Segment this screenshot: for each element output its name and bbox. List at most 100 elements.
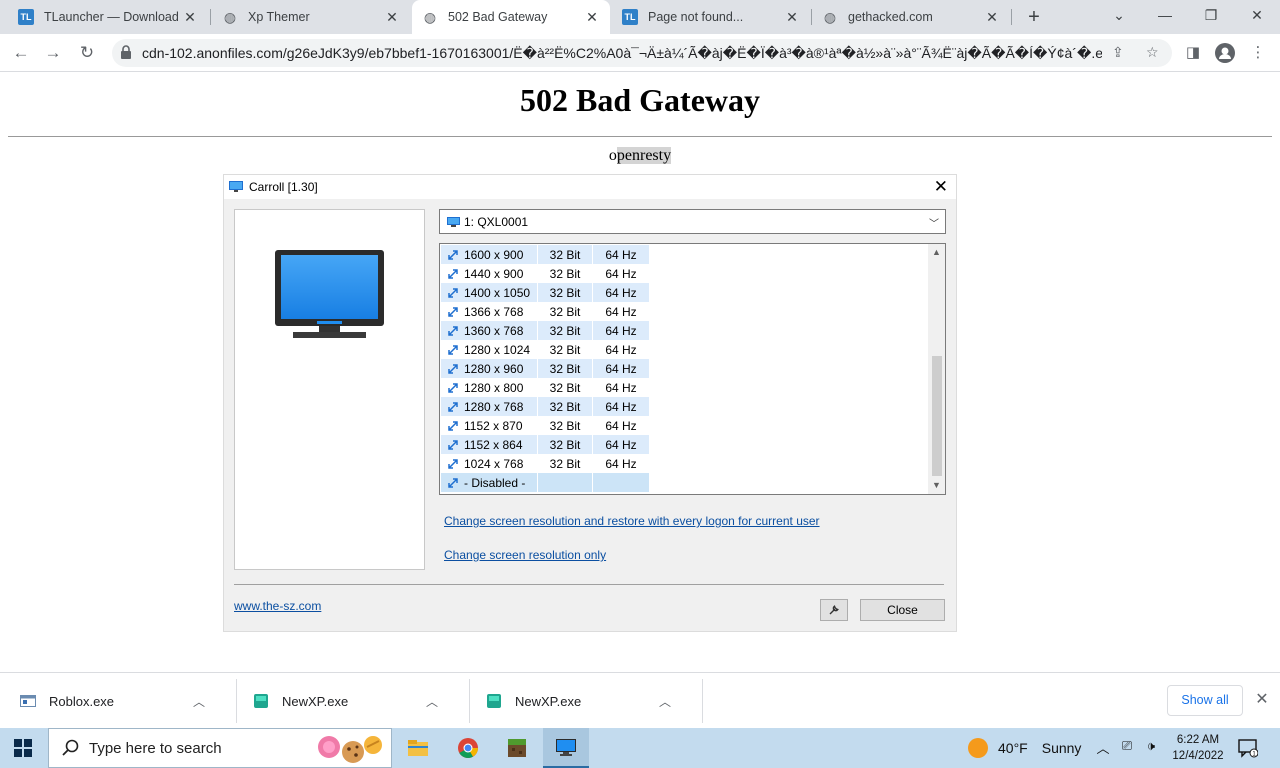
address-bar[interactable]: cdn-102.anonfiles.com/g26eJdK3y9/eb7bbef… <box>112 39 1172 67</box>
show-all-button[interactable]: Show all <box>1167 685 1243 716</box>
resolution-row[interactable]: 1440 x 900 32 Bit 64 Hz <box>441 264 649 283</box>
resolution-text: 1400 x 1050 <box>464 285 531 300</box>
tab-gethacked[interactable]: ◍ gethacked.com ✕ <box>812 0 1010 34</box>
download-item[interactable]: NewXP.exe ︿ <box>466 679 675 723</box>
resolution-row[interactable]: 1280 x 960 32 Bit 64 Hz <box>441 359 649 378</box>
side-panel-icon[interactable]: ◨ <box>1182 42 1204 64</box>
back-icon[interactable]: ← <box>8 40 34 66</box>
dialog-close-icon[interactable]: ✕ <box>934 177 948 197</box>
taskbar-app[interactable] <box>494 728 540 768</box>
chevron-down-icon[interactable]: ﹀ <box>929 215 939 230</box>
chevron-up-icon[interactable]: ︿ <box>422 693 442 710</box>
page-heading: 502 Bad Gateway <box>520 82 760 118</box>
tab-strip: TL TLauncher — Download I ✕ ◍ Xp Themer … <box>0 0 1280 34</box>
depth-cell: 32 Bit <box>538 454 593 473</box>
restore-icon[interactable]: ❐ <box>1188 0 1234 34</box>
resize-arrow-icon <box>448 306 458 317</box>
change-resolution-only-link[interactable]: Change screen resolution only <box>444 548 606 562</box>
resolution-row[interactable]: 1152 x 870 32 Bit 64 Hz <box>441 416 649 435</box>
bookmark-star-icon[interactable]: ☆ <box>1146 44 1159 61</box>
refresh-cell: 64 Hz <box>605 342 637 357</box>
tab-xp-themer[interactable]: ◍ Xp Themer ✕ <box>212 0 410 34</box>
tab-title: Xp Themer <box>248 10 310 24</box>
tray-chevron-up-icon[interactable]: ︿ <box>1093 738 1113 757</box>
minimize-icon[interactable]: — <box>1142 0 1188 34</box>
resolution-row[interactable]: 1366 x 768 32 Bit 64 Hz <box>441 302 649 321</box>
resolution-text: 1280 x 1024 <box>464 342 531 357</box>
server-name-highlight: penresty <box>616 147 672 164</box>
globe-icon: ◍ <box>423 8 437 25</box>
monitor-select[interactable]: 1: QXL0001 ﹀ <box>439 209 946 234</box>
page-divider <box>8 136 1272 137</box>
resolution-text: 1280 x 768 <box>464 399 524 414</box>
tab-page-not-found[interactable]: TL Page not found... ✕ <box>612 0 810 34</box>
resolution-list[interactable]: 1600 x 900 32 Bit 64 Hz 1440 x 900 32 Bit 64 … <box>439 243 946 495</box>
windows-start-icon[interactable] <box>14 739 32 757</box>
scroll-down-icon[interactable]: ▼ <box>928 477 945 494</box>
resolution-row[interactable]: 1280 x 800 32 Bit 64 Hz <box>441 378 649 397</box>
resolution-row[interactable]: 1280 x 1024 32 Bit 64 Hz <box>441 340 649 359</box>
tab-close-icon[interactable]: ✕ <box>384 9 400 26</box>
scroll-up-icon[interactable]: ▲ <box>928 244 945 261</box>
taskbar-app[interactable] <box>395 728 441 768</box>
resolution-cell: 1366 x 768 <box>441 302 538 321</box>
url-text[interactable]: cdn-102.anonfiles.com/g26eJdK3y9/eb7bbef… <box>142 45 1102 62</box>
monitor-icon <box>229 181 243 192</box>
resolution-row[interactable]: 1024 x 768 32 Bit 64 Hz <box>441 454 649 473</box>
monitor-preview <box>234 209 425 570</box>
tab-search-icon[interactable]: ⌄ <box>1096 0 1142 34</box>
menu-kebab-icon[interactable]: ⋮ <box>1247 42 1269 64</box>
notification-icon[interactable]: 1 <box>1238 738 1258 758</box>
resize-arrow-icon <box>448 420 458 431</box>
resolution-text: 1360 x 768 <box>464 323 524 338</box>
tab-title: gethacked.com <box>848 10 933 24</box>
resolution-row[interactable]: 1360 x 768 32 Bit 64 Hz <box>441 321 649 340</box>
chevron-up-icon[interactable]: ︿ <box>655 693 675 710</box>
tab-tlauncher[interactable]: TL TLauncher — Download I ✕ <box>8 0 208 34</box>
close-button[interactable]: Close <box>860 599 945 621</box>
clock[interactable]: 6:22 AM 12/4/2022 <box>1168 732 1228 764</box>
scroll-thumb[interactable] <box>932 356 942 476</box>
change-resolution-restore-link[interactable]: Change screen resolution and restore wit… <box>444 514 820 528</box>
resolution-row[interactable]: 1400 x 1050 32 Bit 64 Hz <box>441 283 649 302</box>
tab-close-icon[interactable]: ✕ <box>584 9 600 26</box>
chevron-up-icon[interactable]: ︿ <box>189 693 209 710</box>
tab-502-bad-gateway[interactable]: ◍ 502 Bad Gateway ✕ <box>412 0 610 34</box>
shelf-close-icon[interactable]: ✕ <box>1253 689 1271 709</box>
settings-button[interactable] <box>820 599 848 621</box>
window-close-icon[interactable]: ✕ <box>1234 0 1280 34</box>
tab-close-icon[interactable]: ✕ <box>182 9 198 26</box>
profile-avatar-icon[interactable] <box>1214 42 1236 64</box>
resolution-row[interactable]: 1600 x 900 32 Bit 64 Hz <box>441 245 649 264</box>
search-icon <box>62 739 79 756</box>
download-item[interactable]: Roblox.exe ︿ <box>0 679 209 723</box>
chrome-icon <box>458 738 478 758</box>
depth-cell: 32 Bit <box>538 264 593 283</box>
weather-temp: 40°F <box>998 740 1028 756</box>
resolution-row[interactable]: 1280 x 768 32 Bit 64 Hz <box>441 397 649 416</box>
taskbar-app[interactable] <box>445 728 491 768</box>
refresh-cell: 64 Hz <box>605 247 637 262</box>
search-highlight-cookies-icon <box>318 736 382 763</box>
forward-icon[interactable]: → <box>40 40 66 66</box>
taskbar-app[interactable] <box>543 728 589 768</box>
tab-close-icon[interactable]: ✕ <box>784 9 800 26</box>
network-icon[interactable]: ⎚ <box>1117 738 1137 754</box>
resize-arrow-icon <box>448 382 458 393</box>
resolution-list-scrollbar[interactable]: ▲ ▼ <box>928 244 945 494</box>
share-icon[interactable]: ⇪ <box>1112 44 1124 61</box>
reload-icon[interactable]: ↻ <box>74 40 100 66</box>
download-item[interactable]: NewXP.exe ︿ <box>233 679 442 723</box>
download-shelf: Roblox.exe ︿ NewXP.exe ︿ NewXP.exe ︿ Sho… <box>0 672 1280 728</box>
new-tab-button[interactable]: + <box>1022 4 1046 30</box>
resolution-row[interactable]: - Disabled - <box>441 473 649 492</box>
file-explorer-icon <box>408 740 428 756</box>
website-link[interactable]: www.the-sz.com <box>234 599 321 613</box>
tab-close-icon[interactable]: ✕ <box>984 9 1000 26</box>
taskbar-search[interactable]: Type here to search <box>48 728 392 768</box>
volume-icon[interactable]: 🕩 <box>1141 738 1161 754</box>
weather-widget[interactable]: 40°F Sunny <box>968 738 1081 758</box>
depth-cell: 32 Bit <box>538 283 593 302</box>
dialog-titlebar[interactable]: Carroll [1.30] ✕ <box>224 175 956 199</box>
resolution-row[interactable]: 1152 x 864 32 Bit 64 Hz <box>441 435 649 454</box>
